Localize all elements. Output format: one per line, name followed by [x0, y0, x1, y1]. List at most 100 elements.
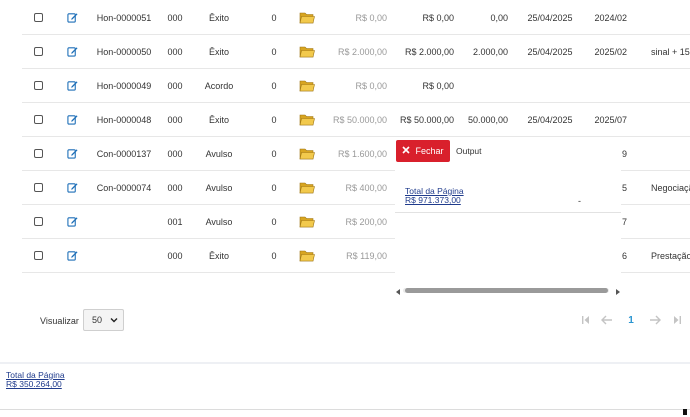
status-cell: Êxito [200, 35, 238, 68]
note-text: sinal + 15% [651, 46, 690, 57]
folder-icon[interactable] [297, 171, 317, 204]
number-cell: 000 [162, 137, 188, 170]
number-cell: 000 [162, 103, 188, 136]
note-cell: Negociaçã [651, 171, 690, 204]
folder-icon[interactable] [297, 69, 317, 102]
value-a-cell: R$ 2.000,00 [322, 35, 387, 68]
code-cell: Hon-0000051 [92, 1, 156, 34]
quantity-cell: 0 [266, 35, 282, 68]
period-text: 9 [621, 148, 627, 159]
val-a-text: R$ 400,00 [345, 182, 387, 193]
page-size-value: 50 [92, 315, 103, 325]
close-icon [402, 146, 411, 156]
period-cell: 2025/02 [587, 35, 627, 68]
scrollbar-thumb[interactable] [405, 288, 608, 293]
val-b-text: R$ 2.000,00 [404, 46, 454, 57]
status-text: Acordo [204, 80, 234, 91]
edit-icon[interactable] [62, 171, 82, 204]
row-checkbox-cell [28, 171, 48, 204]
value-c-cell: 2.000,00 [462, 35, 508, 68]
popup-page-total[interactable]: Total da Página R$ 971.373,00 [405, 187, 464, 205]
edit-icon[interactable] [62, 137, 82, 170]
edit-icon[interactable] [62, 205, 82, 238]
bottom-divider [0, 409, 690, 410]
row-checkbox[interactable] [33, 183, 43, 192]
code-cell: Hon-0000048 [92, 103, 156, 136]
val-a-text: R$ 50.000,00 [332, 114, 387, 125]
edit-icon[interactable] [62, 239, 82, 272]
row-checkbox[interactable] [33, 47, 43, 56]
code-text: Con-0000137 [96, 148, 152, 159]
num-text: 000 [167, 114, 183, 125]
scroll-left-icon[interactable] [396, 287, 401, 297]
quantity-cell: 0 [266, 171, 282, 204]
row-checkbox[interactable] [33, 149, 43, 158]
last-page-icon[interactable] [671, 313, 683, 327]
value-a-cell: R$ 400,00 [322, 171, 387, 204]
folder-icon[interactable] [297, 205, 317, 238]
val-b-text: R$ 50.000,00 [399, 114, 454, 125]
folder-icon[interactable] [297, 35, 317, 68]
val-a-text: R$ 2.000,00 [337, 46, 387, 57]
prev-page-icon[interactable] [600, 313, 614, 327]
period-text: 2025/02 [594, 46, 627, 57]
first-page-icon[interactable] [580, 313, 592, 327]
row-checkbox[interactable] [33, 251, 43, 260]
date-text: 25/04/2025 [527, 46, 573, 57]
value-c-cell: 50.000,00 [462, 103, 508, 136]
folder-icon[interactable] [297, 137, 317, 170]
note-cell: sinal + 15% [651, 35, 690, 68]
folder-icon[interactable] [297, 1, 317, 34]
page-size-select[interactable]: 50 [83, 309, 124, 331]
number-cell: 001 [162, 205, 188, 238]
val-a-text: R$ 200,00 [345, 216, 387, 227]
table-row: Hon-0000049 000 Acordo 0 R$ 0,00 R$ 0,00 [22, 69, 690, 103]
status-cell: Êxito [200, 239, 238, 272]
qty-text: 0 [271, 12, 277, 23]
row-checkbox-cell [28, 103, 48, 136]
current-page-number[interactable]: 1 [624, 313, 638, 327]
value-b-cell: R$ 50.000,00 [392, 103, 454, 136]
row-checkbox[interactable] [33, 115, 43, 124]
mouse-cursor [683, 409, 687, 415]
table-row: Hon-0000051 000 Êxito 0 R$ 0,00 R$ 0,00 … [22, 1, 690, 35]
status-text: Avulso [205, 216, 233, 227]
period-cell [587, 69, 627, 102]
row-checkbox[interactable] [33, 13, 43, 22]
period-text: 6 [621, 250, 627, 261]
quantity-cell: 0 [266, 205, 282, 238]
value-a-cell: R$ 50.000,00 [322, 103, 387, 136]
qty-text: 0 [271, 182, 277, 193]
row-checkbox-cell [28, 1, 48, 34]
val-c-text: 0,00 [490, 12, 508, 23]
status-text: Êxito [208, 46, 229, 57]
note-cell [651, 137, 690, 170]
code-text: Hon-0000051 [96, 12, 152, 23]
status-cell: Êxito [200, 1, 238, 34]
status-cell: Acordo [200, 69, 238, 102]
table-row: Hon-0000050 000 Êxito 0 R$ 2.000,00 R$ 2… [22, 35, 690, 69]
next-page-icon[interactable] [648, 313, 662, 327]
scroll-right-icon[interactable] [615, 287, 620, 297]
note-text: Negociaçã [651, 182, 690, 193]
val-c-text: 2.000,00 [472, 46, 508, 57]
section-divider [0, 362, 690, 364]
qty-text: 0 [271, 114, 277, 125]
folder-icon[interactable] [297, 239, 317, 272]
popup-separator [395, 212, 621, 213]
edit-icon[interactable] [62, 1, 82, 34]
folder-icon[interactable] [297, 103, 317, 136]
val-a-text: R$ 1.600,00 [337, 148, 387, 159]
code-cell: Con-0000074 [92, 171, 156, 204]
close-button[interactable]: Fechar [396, 140, 450, 162]
row-checkbox-cell [28, 137, 48, 170]
edit-icon[interactable] [62, 103, 82, 136]
edit-icon[interactable] [62, 35, 82, 68]
row-checkbox-cell [28, 69, 48, 102]
horizontal-scrollbar[interactable] [395, 285, 621, 295]
page-total[interactable]: Total da Página R$ 350.264,00 [6, 371, 65, 389]
row-checkbox[interactable] [33, 217, 43, 226]
edit-icon[interactable] [62, 69, 82, 102]
row-checkbox[interactable] [33, 81, 43, 90]
val-b-text: R$ 0,00 [422, 80, 454, 91]
